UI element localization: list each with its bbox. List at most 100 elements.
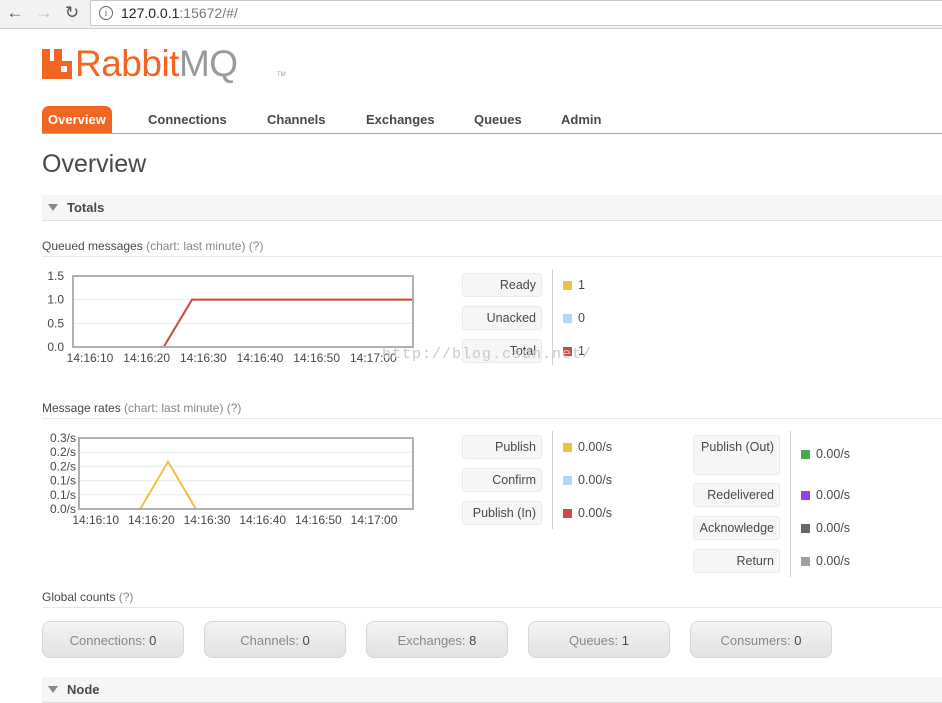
publish-value: 0.00/s <box>578 440 613 454</box>
y-tick-label: 1.5 <box>47 269 64 283</box>
queued-messages-heading: Queued messages (chart: last minute) (?) <box>42 239 263 253</box>
channels-count-button[interactable]: Channels: 0 <box>204 621 346 658</box>
publish-out-value: 0.00/s <box>816 447 851 461</box>
redelivered-swatch <box>801 491 810 500</box>
acknowledge-swatch <box>801 524 810 533</box>
legend-unacked[interactable]: Unacked <box>462 306 542 330</box>
x-tick-label: 14:16:50 <box>293 351 340 365</box>
x-tick-label: 14:16:10 <box>72 513 119 527</box>
page-title: Overview <box>42 150 147 178</box>
legend-return[interactable]: Return <box>693 549 780 573</box>
divider <box>42 256 942 257</box>
publish-in-swatch <box>563 509 572 518</box>
collapse-triangle-icon <box>48 204 58 211</box>
rates-chart-range-link[interactable]: (chart: last minute) <box>124 401 223 415</box>
x-tick-label: 14:16:30 <box>184 513 231 527</box>
count-label: Consumers: <box>720 633 791 648</box>
totals-header: Totals <box>67 200 105 215</box>
count-label: Connections: <box>69 633 146 648</box>
ready-value: 1 <box>578 278 585 292</box>
acknowledge-value: 0.00/s <box>816 521 851 535</box>
tab-admin[interactable]: Admin <box>561 106 601 133</box>
global-counts-heading: Global counts (?) <box>42 590 133 604</box>
count-label: Queues: <box>568 633 619 648</box>
count-value: 0 <box>794 633 802 648</box>
rabbit-logo-icon <box>42 49 72 79</box>
queues-count-button[interactable]: Queues: 1 <box>528 621 670 658</box>
x-tick-label: 14:16:20 <box>123 351 170 365</box>
legend-divider <box>552 431 553 529</box>
exchanges-count-button[interactable]: Exchanges: 8 <box>366 621 508 658</box>
legend-publish[interactable]: Publish <box>462 435 542 459</box>
return-value: 0.00/s <box>816 554 851 568</box>
tab-queues[interactable]: Queues <box>474 106 522 133</box>
message-rates-chart: 0.0/s0.1/s0.1/s0.2/s0.2/s0.3/s14:16:10 14… <box>50 431 414 527</box>
consumers-count-button[interactable]: Consumers: 0 <box>690 621 832 658</box>
browser-toolbar: ← → ↻ i 127.0.0.1:15672/#/ <box>0 0 942 29</box>
legend-confirm[interactable]: Confirm <box>462 468 542 492</box>
logo-wordmark: RabbitMQ <box>75 43 238 84</box>
plot-frame <box>72 275 414 348</box>
queued-help-link[interactable]: (?) <box>249 239 264 253</box>
tab-overview[interactable]: Overview <box>42 106 112 133</box>
legend-publish-in[interactable]: Publish (In) <box>462 501 542 525</box>
x-tick-label: 14:16:10 <box>67 351 114 365</box>
legend-divider <box>790 431 791 577</box>
tab-exchanges[interactable]: Exchanges <box>366 106 435 133</box>
global-help-link[interactable]: (?) <box>119 590 134 604</box>
message-rates-heading: Message rates (chart: last minute) (?) <box>42 401 241 415</box>
x-tick-label: 14:16:20 <box>128 513 175 527</box>
x-tick-label: 14:16:30 <box>180 351 227 365</box>
forward-icon[interactable]: → <box>33 2 55 24</box>
return-swatch <box>801 557 810 566</box>
legend-ready[interactable]: Ready <box>462 273 542 297</box>
publish-out-label: Publish (Out) <box>701 440 774 454</box>
count-value: 8 <box>469 633 477 648</box>
queued-chart-range-link[interactable]: (chart: last minute) <box>146 239 245 253</box>
confirm-swatch <box>563 476 572 485</box>
divider <box>42 607 942 608</box>
node-header: Node <box>67 682 100 697</box>
count-value: 1 <box>621 633 629 648</box>
url-text: 127.0.0.1:15672/#/ <box>121 5 238 21</box>
reload-icon[interactable]: ↻ <box>61 2 83 24</box>
confirm-value: 0.00/s <box>578 473 613 487</box>
y-tick-label: 0.0 <box>47 340 64 354</box>
tab-channels[interactable]: Channels <box>267 106 326 133</box>
publish-in-value: 0.00/s <box>578 506 613 520</box>
tab-connections[interactable]: Connections <box>148 106 227 133</box>
global-title: Global counts <box>42 590 116 604</box>
plot-frame <box>78 437 414 510</box>
count-label: Channels: <box>240 633 299 648</box>
redelivered-value: 0.00/s <box>816 488 851 502</box>
queued-messages-chart: 0.0 0.5 1.0 1.5 14:16:10 14:16:20 14:16:30 14:1… <box>47 269 414 365</box>
trademark: TM <box>277 72 286 78</box>
totals-section-toggle[interactable]: Totals <box>42 195 942 221</box>
publish-out-swatch <box>801 450 810 459</box>
count-value: 0 <box>302 633 310 648</box>
x-tick-label: 14:17:00 <box>351 513 398 527</box>
unacked-swatch <box>563 314 572 323</box>
divider <box>42 418 942 419</box>
publish-swatch <box>563 443 572 452</box>
ready-swatch <box>563 281 572 290</box>
node-section-toggle[interactable]: Node <box>42 677 942 703</box>
address-bar[interactable]: i 127.0.0.1:15672/#/ <box>90 0 942 26</box>
info-icon[interactable]: i <box>99 6 113 20</box>
y-tick-label: 0.1/s <box>50 488 76 502</box>
y-tick-label: 0.1/s <box>50 474 76 488</box>
legend-publish-out[interactable]: Publish (Out) <box>693 435 780 475</box>
y-tick-label: 1.0 <box>47 293 64 307</box>
unacked-value: 0 <box>578 311 585 325</box>
connections-count-button[interactable]: Connections: 0 <box>42 621 184 658</box>
rates-help-link[interactable]: (?) <box>227 401 242 415</box>
y-tick-label: 0.5 <box>47 316 64 330</box>
y-tick-label: 0.2/s <box>50 459 76 473</box>
legend-acknowledge[interactable]: Acknowledge <box>693 516 780 540</box>
back-icon[interactable]: ← <box>4 2 26 24</box>
legend-redelivered[interactable]: Redelivered <box>693 483 780 507</box>
x-tick-label: 14:16:40 <box>239 513 286 527</box>
series-line-publish <box>139 459 197 510</box>
x-tick-label: 14:16:50 <box>295 513 342 527</box>
count-label: Exchanges: <box>397 633 466 648</box>
